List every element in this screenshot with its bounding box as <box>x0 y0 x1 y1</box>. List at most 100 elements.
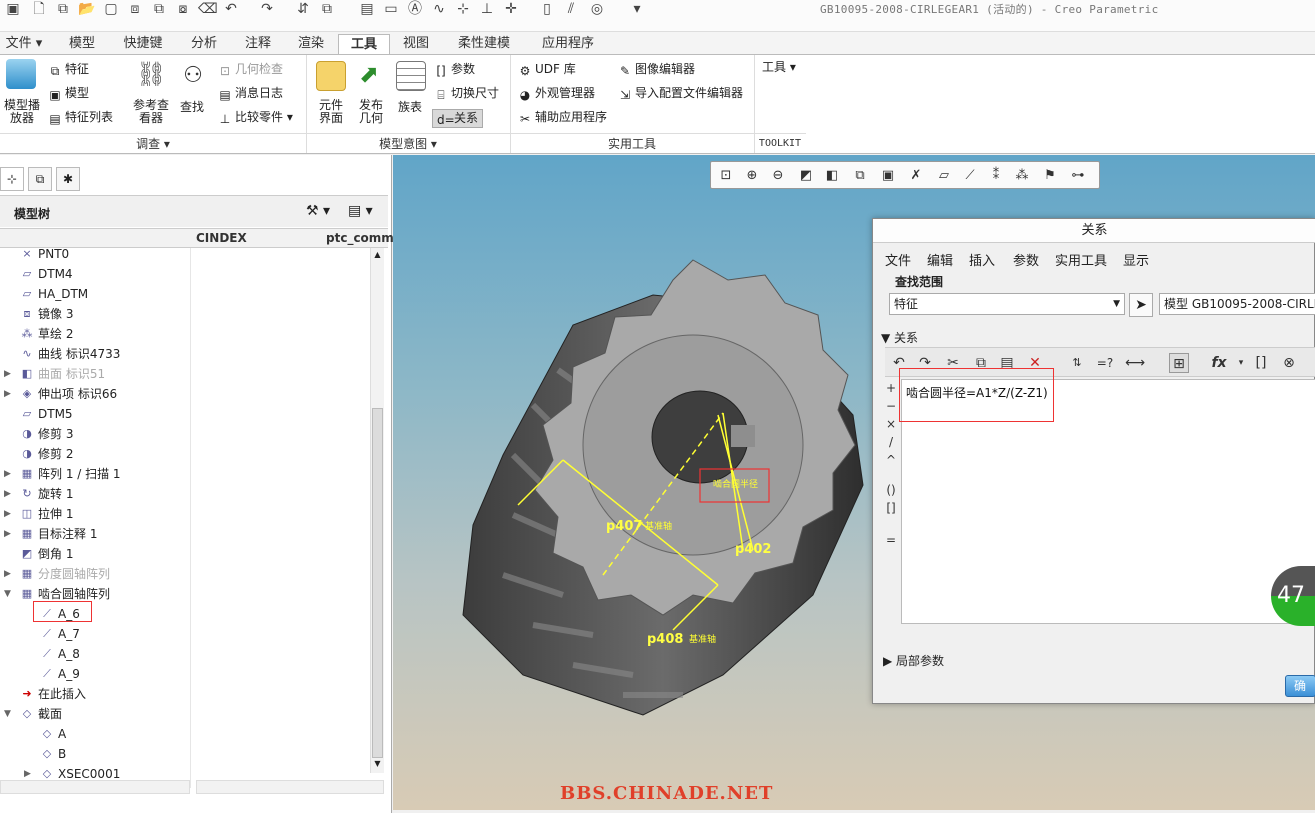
appearance-manager-button[interactable]: ◕ 外观管理器 <box>518 85 595 102</box>
folder-icon[interactable]: ▭ <box>382 0 400 18</box>
tab-flexible-modeling[interactable]: 柔性建模 <box>444 34 524 54</box>
tree-row[interactable]: × PNT0 <box>0 248 370 264</box>
menu-file[interactable]: 文件 <box>885 250 911 269</box>
verify-icon[interactable]: =? <box>1095 353 1115 373</box>
spin-center-icon[interactable]: ⊶ <box>1069 167 1087 185</box>
backup-icon[interactable]: ⧉ <box>150 0 168 18</box>
tab-tools[interactable]: 工具 <box>338 34 390 54</box>
tab-model[interactable]: 模型 <box>56 34 108 54</box>
expand-toggle-icon[interactable]: ▶ <box>4 524 14 544</box>
model-tree-tab-icon[interactable]: ⊹ <box>0 167 24 191</box>
tree-horizontal-scrollbar-right[interactable] <box>196 780 384 794</box>
image-editor-button[interactable]: ✎ 图像编辑器 <box>618 61 695 78</box>
tree-row[interactable]: ⁂ 草绘 2 <box>0 324 370 344</box>
group-model-intent[interactable]: 模型意图 ▾ <box>306 133 510 153</box>
undo-icon[interactable]: ↶ <box>222 0 240 18</box>
feature-list-button[interactable]: ▤ 特征列表 <box>48 109 113 126</box>
tree-vertical-scrollbar[interactable]: ▲ ▼ <box>370 248 384 773</box>
tree-row[interactable]: ▱ DTM4 <box>0 264 370 284</box>
tree-row[interactable]: ➜ 在此插入 <box>0 684 370 704</box>
feature-button[interactable]: ⧉ 特征 <box>48 61 89 78</box>
axis-icon[interactable]: ⊥ <box>478 0 496 18</box>
auxiliary-app-button[interactable]: ✂ 辅助应用程序 <box>518 109 607 126</box>
reference-viewer-icon[interactable]: ⛓ <box>136 59 166 89</box>
tree-row[interactable]: ∿ 曲线 标识4733 <box>0 344 370 364</box>
save-copy-icon[interactable]: ⧈ <box>126 0 144 18</box>
tree-row[interactable]: ▱ HA_DTM <box>0 284 370 304</box>
udf-library-button[interactable]: ⚙ UDF 库 <box>518 61 576 78</box>
tree-row[interactable]: ⧈ 镜像 3 <box>0 304 370 324</box>
family-table-icon[interactable] <box>396 61 426 91</box>
menu-edit[interactable]: 编辑 <box>927 250 953 269</box>
switch-dimensions-button[interactable]: ⌸ 切换尺寸 <box>434 85 499 102</box>
operator-minus[interactable]: − <box>881 397 901 415</box>
find-icon[interactable]: ⚇ <box>178 61 208 91</box>
scope-select[interactable]: 特征 ▼ <box>889 293 1125 315</box>
operator-plus[interactable]: + <box>881 379 901 397</box>
tree-row[interactable]: ◑ 修剪 2 <box>0 444 370 464</box>
tab-analysis[interactable]: 分析 <box>178 34 230 54</box>
new-from-template-icon[interactable]: ⧉ <box>54 0 72 18</box>
function-dropdown-icon[interactable]: ▾ <box>1231 353 1251 373</box>
point-icon[interactable]: ⊹ <box>454 0 472 18</box>
dimension-p408[interactable]: p408 <box>647 632 683 647</box>
dimension-p407[interactable]: p407 <box>606 519 642 534</box>
erase-icon[interactable]: ⌫ <box>198 0 218 18</box>
column-ptc-comm[interactable]: ptc_comm <box>326 231 394 245</box>
tab-view[interactable]: 视图 <box>392 34 440 54</box>
menu-parameters[interactable]: 参数 <box>1013 250 1039 269</box>
tree-settings-icon[interactable]: ⚒ ▾ <box>306 203 330 219</box>
model-button[interactable]: ▣ 模型 <box>48 85 89 102</box>
parameters-button[interactable]: [] 参数 <box>434 61 475 78</box>
operator-parens[interactable]: () <box>881 481 901 499</box>
expand-toggle-icon[interactable]: ▶ <box>4 484 14 504</box>
curve-icon[interactable]: ∿ <box>430 0 448 18</box>
save-icon[interactable]: ▢ <box>102 0 120 18</box>
model-select[interactable]: 模型 GB10095-2008-CIRLEC <box>1159 293 1315 315</box>
evaluate-icon[interactable]: ⇅ <box>1067 353 1087 373</box>
operator-power[interactable]: ^ <box>881 451 901 469</box>
expand-toggle-icon[interactable]: ▼ <box>4 704 14 724</box>
csys-display-icon[interactable]: ⁂ <box>1013 167 1031 185</box>
publish-geometry-button[interactable]: 发布 几何 <box>354 99 388 125</box>
scroll-thumb[interactable] <box>372 408 383 758</box>
parameter-lock-icon[interactable]: ⊗ <box>1279 353 1299 373</box>
csys-icon[interactable]: ✛ <box>502 0 520 18</box>
tree-row[interactable]: ◑ 修剪 3 <box>0 424 370 444</box>
model-player-icon[interactable] <box>6 59 36 89</box>
tools-dropdown[interactable]: 工具 ▾ <box>762 59 796 75</box>
brackets-icon[interactable]: [] <box>1251 353 1271 373</box>
operator-divide[interactable]: / <box>881 433 901 451</box>
tree-row[interactable]: ▱ DTM5 <box>0 404 370 424</box>
sort-icon[interactable]: ⟷ <box>1125 353 1145 373</box>
tree-row[interactable]: ▶ ▦ 目标注释 1 <box>0 524 370 544</box>
tree-row[interactable]: ▶ ▦ 分度圆轴阵列 <box>0 564 370 584</box>
tree-horizontal-scrollbar-left[interactable] <box>0 780 190 794</box>
find-button[interactable]: 查找 <box>180 99 204 115</box>
operator-multiply[interactable]: × <box>881 415 901 433</box>
datum-plane-icon[interactable]: ▯ <box>538 0 556 18</box>
menu-display[interactable]: 显示 <box>1123 250 1149 269</box>
tree-row[interactable]: ▶ ◧ 曲面 标识51 <box>0 364 370 384</box>
tree-row[interactable]: ▶ ▦ 阵列 1 / 扫描 1 <box>0 464 370 484</box>
tree-row[interactable]: ⟋ A_7 <box>0 624 370 644</box>
tree-row[interactable]: ▼ ◇ 截面 <box>0 704 370 724</box>
dimension-p402[interactable]: p402 <box>735 542 771 557</box>
tree-row[interactable]: ◩ 倒角 1 <box>0 544 370 564</box>
page-icon[interactable]: ▤ <box>358 0 376 18</box>
expand-toggle-icon[interactable]: ▶ <box>4 464 14 484</box>
tree-row[interactable]: ◇ B <box>0 744 370 764</box>
relations-section-toggle[interactable]: ▼ 关系 <box>881 329 918 346</box>
sketch-icon[interactable]: ⫽ <box>562 0 580 18</box>
tree-row[interactable]: ▶ ◫ 拉伸 1 <box>0 504 370 524</box>
group-investigate[interactable]: 调查 ▾ <box>0 133 306 153</box>
tab-render[interactable]: 渲染 <box>286 34 336 54</box>
column-cindex[interactable]: CINDEX <box>196 231 247 245</box>
function-icon[interactable]: fx <box>1209 353 1229 373</box>
tree-row[interactable]: ⟋ A_9 <box>0 664 370 684</box>
local-params-toggle[interactable]: ▶ 局部参数 <box>883 652 944 669</box>
select-model-arrow-icon[interactable]: ➤ <box>1129 293 1153 317</box>
compare-parts-button[interactable]: ⊥ 比较零件 ▾ <box>218 109 293 126</box>
scroll-up-icon[interactable]: ▲ <box>372 250 383 262</box>
operator-equals[interactable]: = <box>881 531 901 549</box>
